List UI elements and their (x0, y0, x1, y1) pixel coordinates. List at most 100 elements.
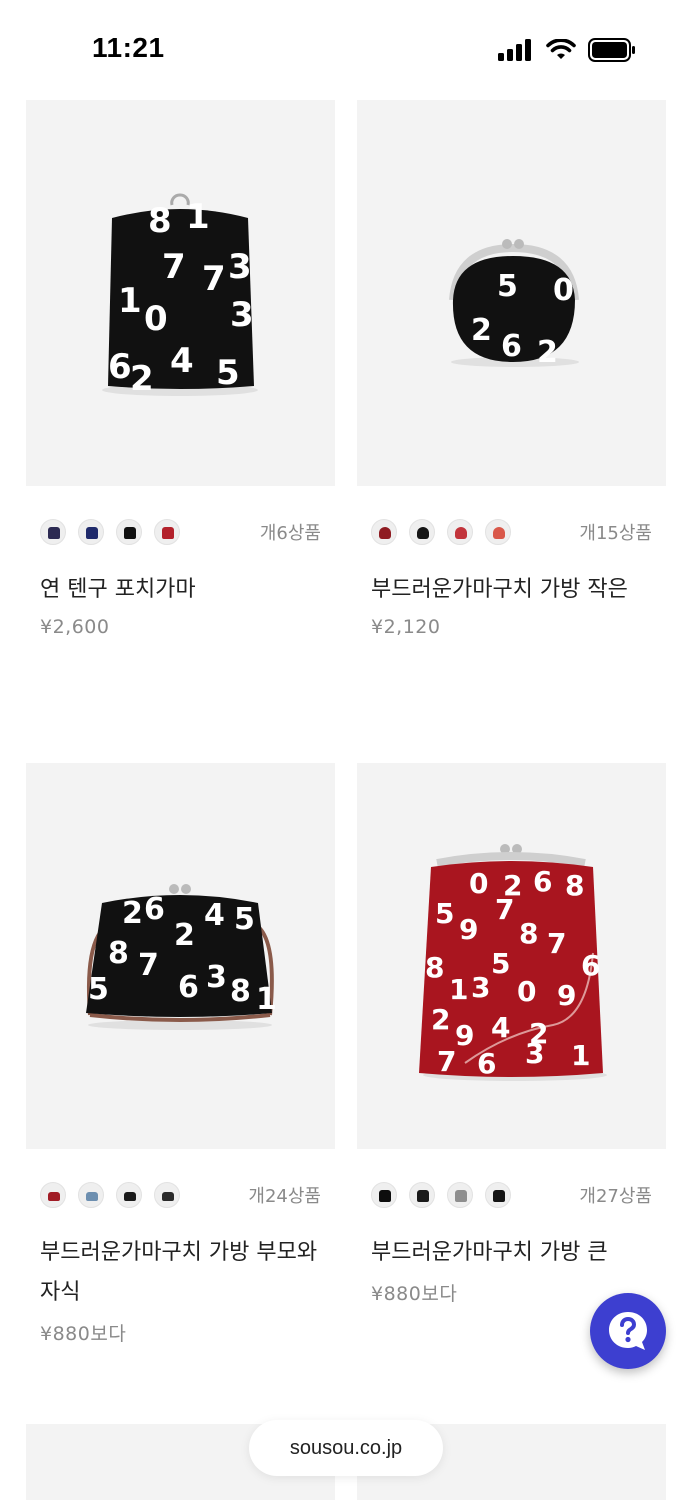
svg-text:5: 5 (491, 947, 510, 980)
product-price: ¥2,120 (371, 616, 441, 638)
product-image[interactable]: 0268 5978 7681 3509 2942 7631 (357, 763, 666, 1149)
product-image[interactable]: 8177 3013 4562 (26, 100, 335, 486)
svg-text:6: 6 (533, 865, 552, 898)
red-purse-swatch[interactable] (371, 519, 397, 545)
svg-text:7: 7 (437, 1045, 456, 1078)
svg-text:5: 5 (216, 353, 240, 393)
product-card[interactable]: 50 2 62 개15상품 부드러운가마구치 가방 작은 ¥2,120 (357, 100, 666, 638)
product-meta: 개24상품 (26, 1181, 335, 1209)
black-white-bag-swatch[interactable] (154, 1182, 180, 1208)
browser-url-bar[interactable]: sousou.co.jp (249, 1420, 443, 1476)
product-meta: 개27상품 (357, 1181, 666, 1209)
wifi-icon (546, 39, 576, 59)
variant-count: 개27상품 (579, 1186, 652, 1207)
grey-bag-swatch[interactable] (447, 1182, 473, 1208)
svg-text:1: 1 (118, 281, 142, 321)
svg-text:8: 8 (519, 917, 538, 950)
black-pattern-swatch[interactable] (485, 1182, 511, 1208)
svg-text:7: 7 (138, 948, 159, 983)
product-image[interactable]: 2624 5876 3851 (26, 763, 335, 1149)
navy-pouch-swatch[interactable] (40, 519, 66, 545)
color-swatches (26, 1182, 180, 1208)
svg-text:6: 6 (477, 1047, 496, 1080)
color-swatches (357, 519, 511, 545)
svg-text:3: 3 (230, 295, 254, 335)
black-bag-swatch[interactable] (116, 1182, 142, 1208)
svg-text:0: 0 (469, 867, 488, 900)
svg-text:1: 1 (256, 982, 277, 1017)
product-price: ¥2,600 (40, 616, 110, 638)
svg-text:7: 7 (202, 259, 226, 299)
svg-text:2: 2 (471, 313, 492, 348)
product-meta: 개15상품 (357, 518, 666, 546)
color-swatches (26, 519, 180, 545)
svg-text:3: 3 (206, 960, 227, 995)
svg-text:2: 2 (537, 335, 558, 370)
svg-text:6: 6 (144, 892, 165, 927)
question-bubble-icon (609, 1312, 647, 1350)
product-name[interactable]: 부드러운가마구치 가방 큰 (357, 1233, 666, 1273)
svg-text:0: 0 (553, 273, 574, 308)
svg-text:8: 8 (425, 951, 444, 984)
svg-text:2: 2 (431, 1003, 450, 1036)
svg-text:4: 4 (204, 898, 225, 933)
product-name[interactable]: 연 텐구 포치가마 (26, 570, 335, 610)
svg-text:5: 5 (497, 269, 518, 304)
variant-count: 개6상품 (259, 523, 321, 544)
svg-text:8: 8 (108, 936, 129, 971)
svg-text:0: 0 (517, 975, 536, 1008)
small-black-purse-illustration: 5 0 2 62 (449, 239, 579, 370)
product-card[interactable]: 0268 5978 7681 3509 2942 7631 개27상품 부드러운… (357, 763, 666, 1306)
status-bar: 11:21 (0, 0, 692, 100)
svg-text:9: 9 (455, 1019, 474, 1052)
pink-purse-swatch[interactable] (447, 519, 473, 545)
black-numbers-swatch[interactable] (116, 519, 142, 545)
svg-text:6: 6 (178, 970, 199, 1005)
product-card[interactable]: 2624 5876 3851 개24상품 부드러운가마구치 가방 부모와 자식 … (26, 763, 335, 1346)
help-chat-button[interactable] (590, 1293, 666, 1369)
black-handle-bag-illustration: 2 624 58 76 3 85 1 (86, 884, 277, 1030)
svg-text:8: 8 (230, 974, 251, 1009)
svg-text:8: 8 (565, 869, 584, 902)
navy-pattern-swatch[interactable] (78, 519, 104, 545)
svg-text:0: 0 (144, 299, 168, 339)
product-image[interactable]: 50 2 62 (357, 100, 666, 486)
red-number-bag-illustration: 0268 5 978 7681 350 9 2942 7631 (419, 844, 607, 1081)
svg-text:2: 2 (122, 896, 143, 931)
svg-text:4: 4 (170, 341, 194, 381)
black-plain-swatch[interactable] (371, 1182, 397, 1208)
black-purse-swatch[interactable] (409, 519, 435, 545)
svg-text:7: 7 (162, 247, 186, 287)
multicolor-purse-swatch[interactable] (485, 519, 511, 545)
black-dots-swatch[interactable] (409, 1182, 435, 1208)
red-bag-swatch[interactable] (40, 1182, 66, 1208)
product-name[interactable]: 부드러운가마구치 가방 작은 (357, 570, 666, 610)
svg-text:8: 8 (148, 201, 172, 241)
svg-text:6: 6 (108, 347, 132, 387)
svg-text:1: 1 (449, 973, 468, 1006)
svg-text:7: 7 (495, 893, 514, 926)
svg-text:1: 1 (186, 197, 210, 237)
svg-text:6: 6 (581, 949, 600, 982)
svg-text:5: 5 (234, 902, 255, 937)
svg-text:9: 9 (557, 979, 576, 1012)
status-icons (498, 38, 636, 62)
red-numbers-swatch[interactable] (154, 519, 180, 545)
svg-text:6: 6 (501, 329, 522, 364)
product-card[interactable]: 8177 3013 4562 개6상품 연 텐구 포치가마 ¥2,600 (26, 100, 335, 638)
svg-text:4: 4 (491, 1011, 510, 1044)
product-meta: 개6상품 (26, 518, 335, 546)
product-name[interactable]: 부드러운가마구치 가방 부모와 자식 (26, 1233, 335, 1313)
svg-text:5: 5 (88, 972, 109, 1007)
svg-text:9: 9 (459, 913, 478, 946)
variant-count: 개24상품 (248, 1186, 321, 1207)
colorful-bag-swatch[interactable] (78, 1182, 104, 1208)
cellular-signal-icon (498, 39, 531, 61)
status-time: 11:21 (92, 32, 165, 63)
svg-text:1: 1 (571, 1039, 590, 1072)
svg-text:3: 3 (228, 247, 252, 287)
svg-text:7: 7 (547, 927, 566, 960)
variant-count: 개15상품 (579, 523, 652, 544)
svg-text:3: 3 (471, 971, 490, 1004)
svg-text:5: 5 (435, 897, 454, 930)
